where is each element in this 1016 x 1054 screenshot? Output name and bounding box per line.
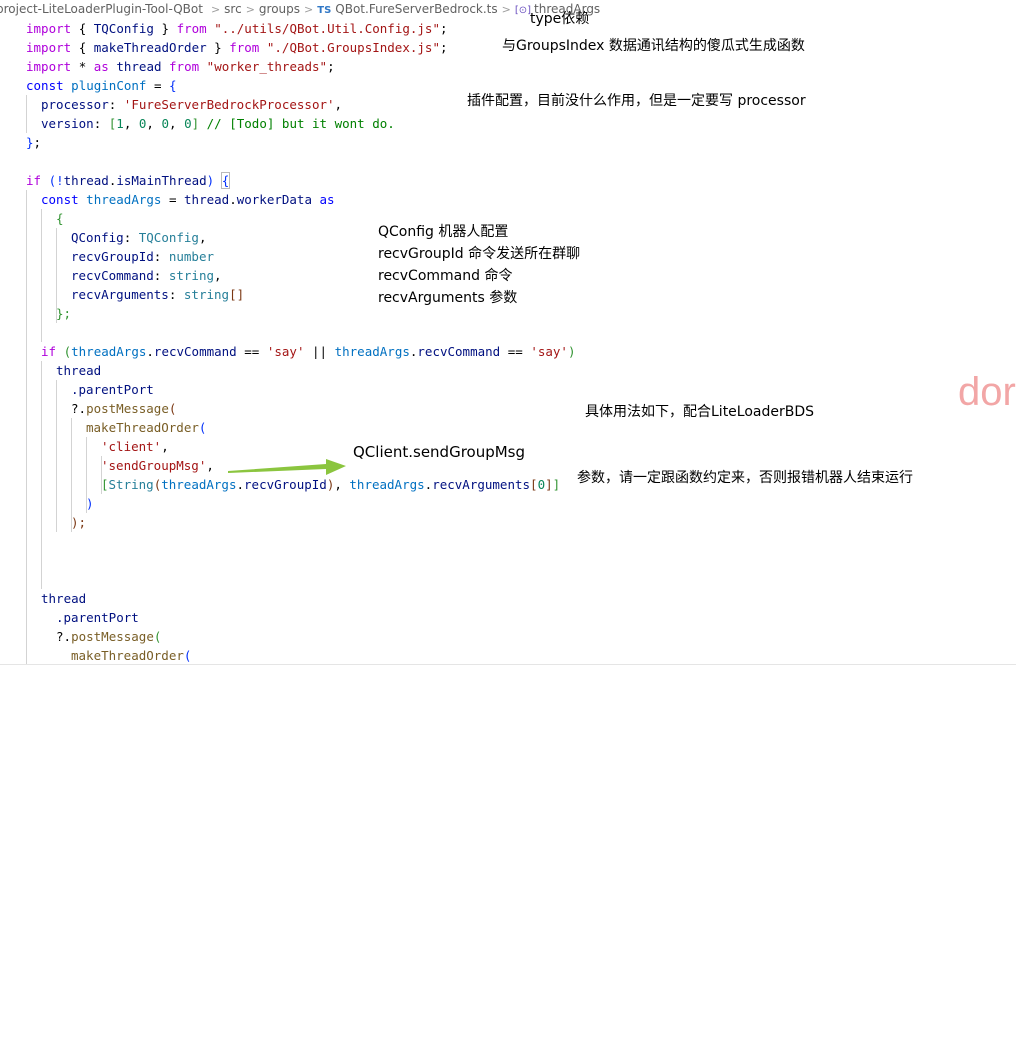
code-line-import-makethreadorder: import { makeThreadOrder } from "./QBot.… (26, 40, 448, 55)
red-text-fragment: dor (958, 370, 1016, 414)
breadcrumb-project[interactable]: project-LiteLoaderPlugin-Tool-QBot (0, 2, 203, 16)
breadcrumb: project-LiteLoaderPlugin-Tool-QBot > src > g… (0, 0, 1016, 18)
code-line-thread-2: thread (41, 591, 87, 606)
code-line-parentport-1: .parentPort (71, 382, 154, 397)
code-line-if-main-thread: if (!thread.isMainThread) { (26, 172, 231, 189)
breadcrumb-src[interactable]: src (224, 2, 242, 16)
note-plugin-config: 插件配置，目前没什么作用，但是一定要写 processor (467, 93, 806, 109)
code-line-processor: processor: 'FureServerBedrockProcessor', (41, 97, 343, 112)
note-recvcommand: recvCommand 命令 (378, 268, 513, 284)
note-type-dependency: type依赖 (530, 11, 590, 27)
indent-guide (26, 190, 27, 665)
code-line-postmessage-1: ?.postMessage( (71, 401, 177, 416)
code-line-plugin-conf: const pluginConf = { (26, 78, 177, 93)
chevron-right-icon: > (210, 3, 221, 16)
editor-bottom-edge (0, 664, 1016, 675)
note-qconfig: QConfig 机器人配置 (378, 224, 509, 240)
code-line-conf-close: }; (26, 135, 42, 150)
code-line-type-recvgroupid: recvGroupId: number (71, 249, 215, 264)
chevron-right-icon: > (304, 3, 314, 16)
code-editor[interactable]: import { TQConfig } from "../utils/QBot.… (0, 19, 576, 1054)
green-arrow-icon (228, 459, 346, 475)
code-line-postmessage-2: ?.postMessage( (56, 629, 162, 644)
note-recvgroupid: recvGroupId 命令发送所在群聊 (378, 246, 581, 262)
typescript-file-icon: TS (317, 5, 332, 16)
indent-guide (26, 95, 27, 133)
chevron-right-icon: > (245, 3, 255, 16)
code-line-type-recvarguments: recvArguments: string[] (71, 287, 245, 302)
note-sendgroupmsg: QClient.sendGroupMsg (353, 443, 526, 461)
code-line-arg-client: 'client', (101, 439, 169, 454)
note-groupsindex-generator: 与GroupsIndex 数据通讯结构的傻瓜式生成函数 (502, 38, 805, 54)
note-usage: 具体用法如下，配合LiteLoaderBDS (585, 404, 815, 420)
code-line-type-recvcommand: recvCommand: string, (71, 268, 222, 283)
note-recvarguments: recvArguments 参数 (378, 290, 518, 306)
note-params-warning: 参数，请一定跟函数约定来，否则报错机器人结束运行 (577, 470, 913, 486)
code-line-makethreadorder-2: makeThreadOrder( (71, 648, 192, 663)
code-line-thread-1: thread (56, 363, 102, 378)
code-line-thread-args: const threadArgs = thread.workerData as (41, 192, 335, 207)
code-line-import-thread: import * as thread from "worker_threads"… (26, 59, 335, 74)
code-line-parentport-2: .parentPort (56, 610, 139, 625)
code-line-close-post: ); (71, 515, 87, 530)
code-line-if-command: if (threadArgs.recvCommand == 'say' || t… (41, 344, 576, 359)
code-line-type-close: }; (56, 306, 72, 321)
indent-guide (41, 209, 42, 342)
breadcrumb-file[interactable]: QBot.FureServerBedrock.ts (335, 2, 497, 16)
code-line-version: version: [1, 0, 0, 0] // [Todo] but it w… (41, 116, 395, 131)
indent-guide (41, 361, 42, 589)
variable-symbol-icon: [⊙] (514, 5, 532, 16)
code-line-close-make: ) (86, 496, 94, 511)
code-line-type-qconfig: QConfig: TQConfig, (71, 230, 207, 245)
chevron-right-icon: > (501, 3, 511, 16)
indent-guide (56, 380, 57, 532)
code-line-arg-sendgroupmsg: 'sendGroupMsg', (101, 458, 214, 473)
code-line-import-tqconfig: import { TQConfig } from "../utils/QBot.… (26, 21, 448, 36)
code-line-type-open: { (56, 211, 64, 226)
code-line-makethreadorder-1: makeThreadOrder( (86, 420, 207, 435)
breadcrumb-groups[interactable]: groups (259, 2, 300, 16)
